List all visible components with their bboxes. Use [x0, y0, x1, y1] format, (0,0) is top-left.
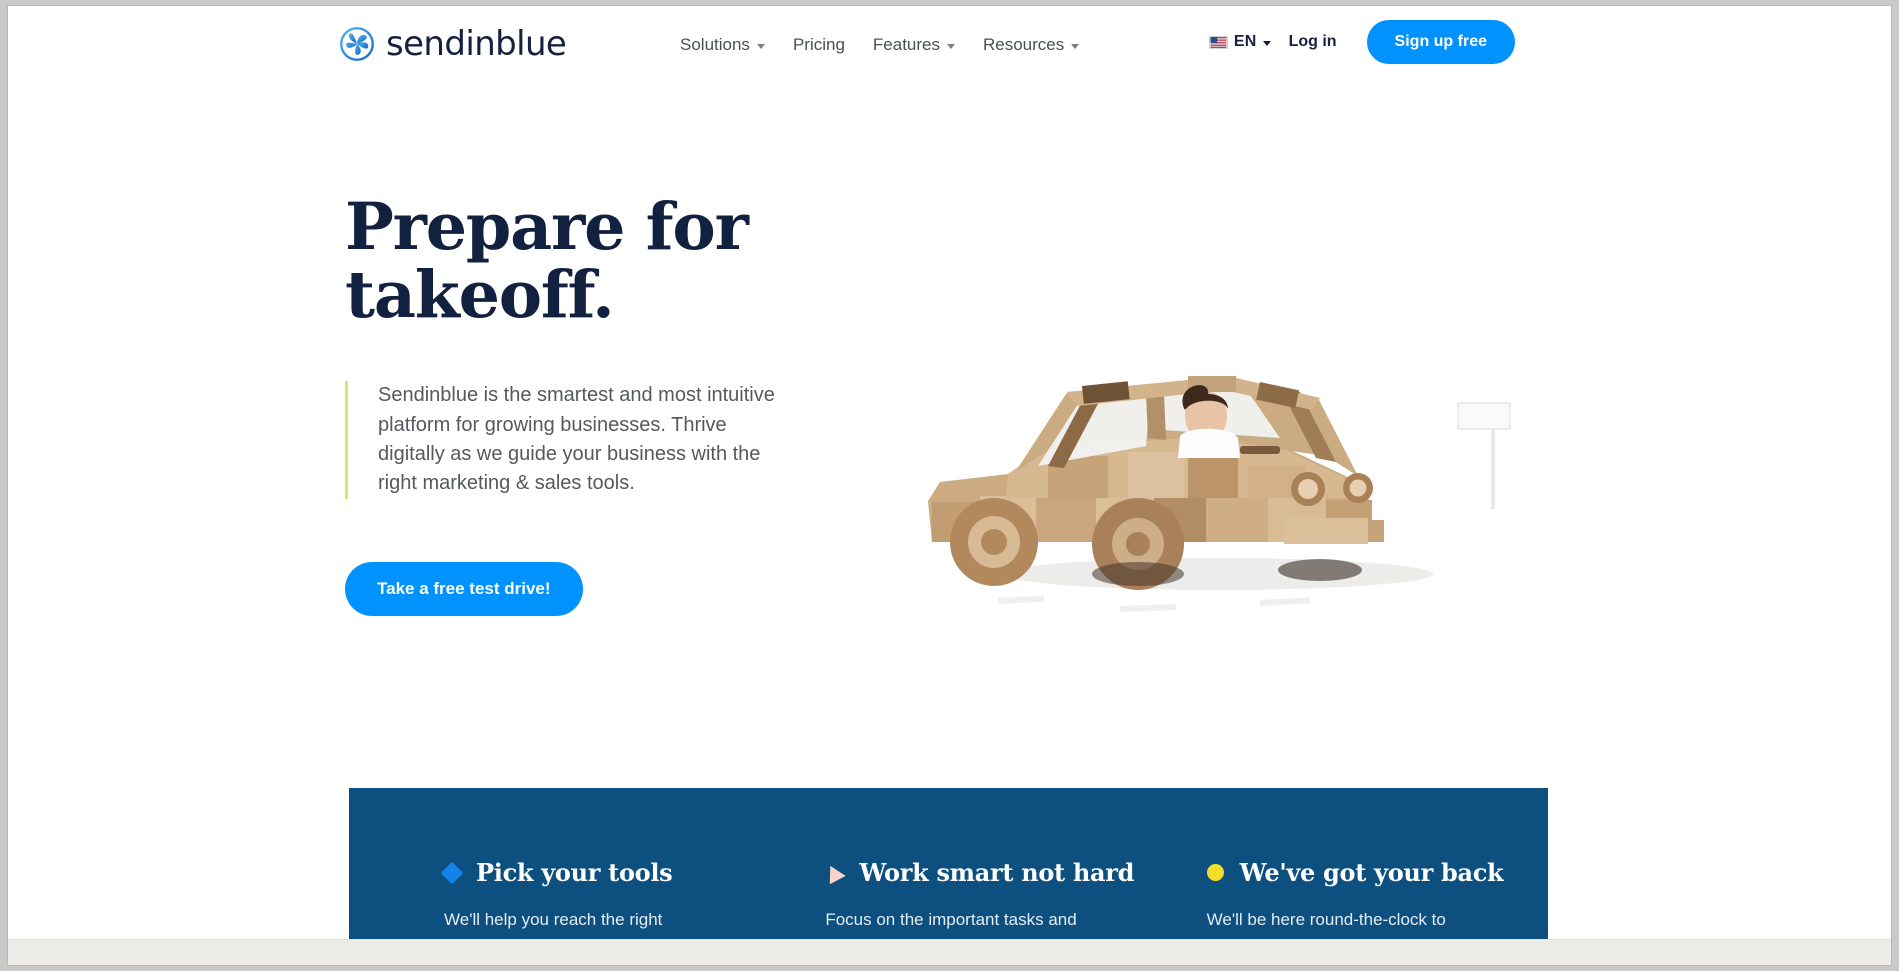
language-label: EN [1233, 33, 1257, 50]
nav-item-features[interactable]: Features [873, 35, 955, 55]
feature-card-weve-got-your-back: We've got your back We'll be here round-… [1206, 788, 1548, 958]
webpage-canvas: sendinblue Solutions Pricing Features Re… [8, 6, 1891, 965]
pink-triangle-icon [822, 861, 847, 884]
feature-title: Pick your tools [476, 858, 673, 887]
feature-heading-row: Pick your tools [440, 858, 785, 887]
feature-title: We've got your back [1239, 858, 1504, 887]
header-actions: EN Log in Sign up free [1208, 20, 1891, 64]
us-flag-icon [1208, 35, 1228, 49]
site-header: sendinblue Solutions Pricing Features Re… [8, 6, 1891, 92]
sendinblue-pinwheel-logo-icon [339, 26, 375, 62]
login-link[interactable]: Log in [1289, 33, 1337, 51]
nav-item-solutions[interactable]: Solutions [680, 35, 765, 55]
nav-item-resources[interactable]: Resources [983, 35, 1080, 55]
hero-image-wooden-car [888, 306, 1588, 636]
nav-label-features: Features [872, 35, 940, 54]
logo-wordmark: sendinblue [386, 24, 567, 64]
browser-viewport: sendinblue Solutions Pricing Features Re… [8, 6, 1891, 965]
chevron-down-icon [1262, 40, 1271, 46]
test-drive-cta-button[interactable]: Take a free test drive! [345, 562, 583, 616]
feature-heading-row: We've got your back [1206, 858, 1548, 887]
chevron-down-icon [947, 43, 955, 49]
hero-paragraph-block: Sendinblue is the smartest and most intu… [345, 381, 778, 499]
logo-link[interactable]: sendinblue [339, 24, 567, 64]
page-title: Prepare for takeoff. [345, 189, 749, 333]
blue-diamond-icon [440, 861, 464, 884]
hero-paragraph: Sendinblue is the smartest and most intu… [378, 384, 775, 495]
hero-section: Prepare for takeoff. Sendinblue is the s… [345, 189, 905, 616]
nav-label-pricing: Pricing [792, 35, 845, 54]
main-navigation: Solutions Pricing Features Resources [680, 35, 1080, 55]
chevron-down-icon [1071, 43, 1080, 49]
feature-list: Pick your tools We'll help you reach the… [349, 788, 1548, 958]
feature-title: Work smart not hard [859, 858, 1135, 887]
signup-button[interactable]: Sign up free [1366, 20, 1515, 64]
feature-heading-row: Work smart not hard [822, 858, 1166, 887]
chevron-down-icon [756, 43, 765, 49]
language-selector[interactable]: EN [1208, 33, 1271, 51]
nav-label-solutions: Solutions [680, 35, 750, 54]
nav-label-resources: Resources [983, 35, 1065, 54]
feature-card-pick-your-tools: Pick your tools We'll help you reach the… [440, 788, 785, 958]
next-section-strip [8, 939, 1891, 965]
feature-card-work-smart-not-hard: Work smart not hard Focus on the importa… [822, 788, 1166, 958]
yellow-circle-icon [1206, 864, 1224, 881]
nav-item-pricing[interactable]: Pricing [793, 35, 845, 55]
